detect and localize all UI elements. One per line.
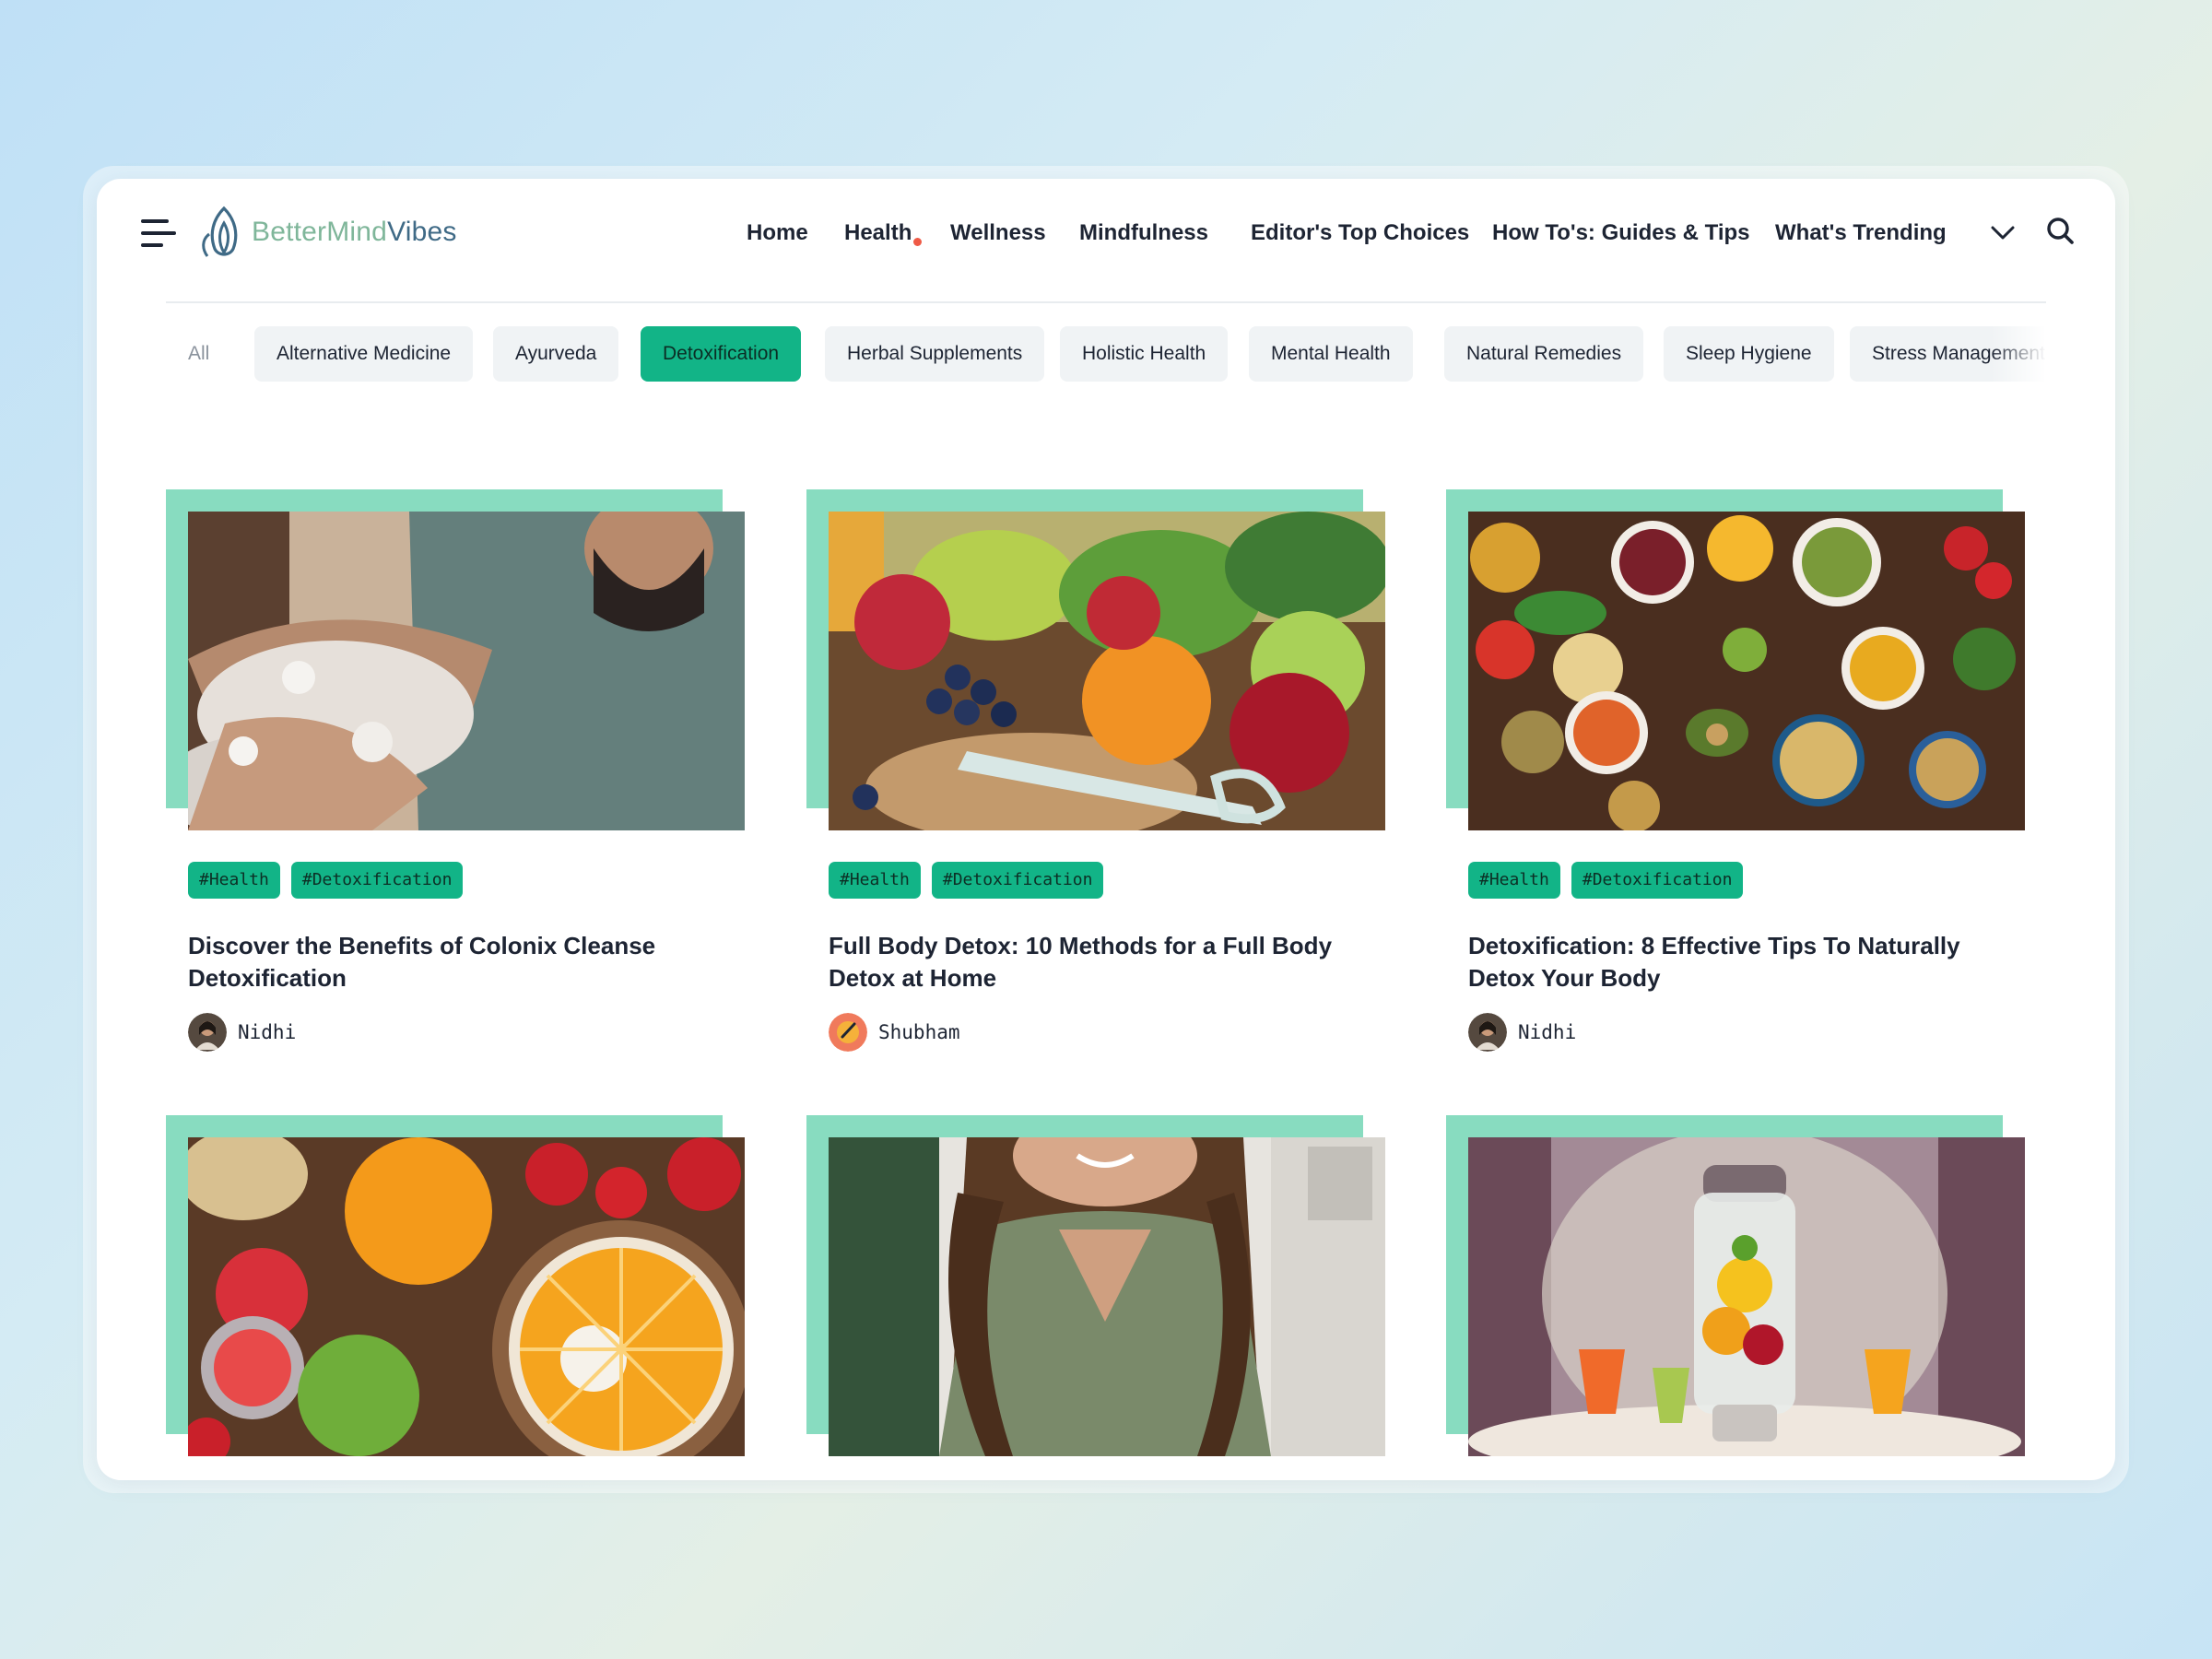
spice-bowls-image xyxy=(1468,512,2025,830)
article-title[interactable]: Detoxification: 8 Effective Tips To Natu… xyxy=(1468,930,1984,994)
article-title[interactable]: Discover the Benefits of Colonix Cleanse… xyxy=(188,930,704,994)
nav-item-wellness[interactable]: Wellness xyxy=(950,212,1046,254)
tag-health[interactable]: #Health xyxy=(188,862,280,899)
chip-ayurveda[interactable]: Ayurveda xyxy=(493,326,619,382)
avatar xyxy=(188,1013,227,1052)
chevron-down-icon[interactable] xyxy=(1988,218,2018,247)
article-card: #Health #Detoxification Full Body Detox:… xyxy=(806,489,1387,1079)
fruits-vegetables-image xyxy=(829,512,1385,830)
nav-item-editors-top-choices[interactable]: Editor's Top Choices xyxy=(1251,212,1469,254)
tag-list: #Health #Detoxification xyxy=(829,862,1104,899)
tag-health[interactable]: #Health xyxy=(829,862,921,899)
nav-item-home[interactable]: Home xyxy=(747,212,808,254)
article-card xyxy=(806,1115,1387,1480)
article-card: #Health #Detoxification Detoxification: … xyxy=(1446,489,2027,1079)
article-image[interactable] xyxy=(829,1137,1385,1456)
avatar xyxy=(829,1013,867,1052)
tag-detoxification[interactable]: #Detoxification xyxy=(931,862,1104,899)
author[interactable]: Shubham xyxy=(829,1013,960,1052)
header-divider xyxy=(166,301,2046,303)
tag-detoxification[interactable]: #Detoxification xyxy=(1571,862,1744,899)
article-image[interactable] xyxy=(188,1137,745,1456)
article-card xyxy=(1446,1115,2027,1480)
browser-page: BetterMindVibes Home Health Wellness Min… xyxy=(97,179,2115,1480)
tag-list: #Health #Detoxification xyxy=(1468,862,1744,899)
tag-list: #Health #Detoxification xyxy=(188,862,464,899)
author-name: Nidhi xyxy=(1518,1021,1577,1043)
author[interactable]: Nidhi xyxy=(1468,1013,1576,1052)
smiling-woman-image xyxy=(829,1137,1385,1456)
chip-sleep-hygiene[interactable]: Sleep Hygiene xyxy=(1664,326,1834,382)
chip-holistic-health[interactable]: Holistic Health xyxy=(1060,326,1229,382)
nav-item-mindfulness[interactable]: Mindfulness xyxy=(1079,212,1208,254)
author-name: Nidhi xyxy=(238,1021,297,1043)
man-washing-arm-image xyxy=(188,512,745,830)
nav-item-health[interactable]: Health xyxy=(844,212,912,254)
article-card xyxy=(166,1115,747,1480)
author-name: Shubham xyxy=(878,1021,960,1043)
chip-mental-health[interactable]: Mental Health xyxy=(1249,326,1413,382)
tag-detoxification[interactable]: #Detoxification xyxy=(290,862,464,899)
citrus-fruits-image xyxy=(188,1137,745,1456)
chip-natural-remedies[interactable]: Natural Remedies xyxy=(1444,326,1644,382)
article-image[interactable] xyxy=(1468,1137,2025,1456)
site-header: BetterMindVibes Home Health Wellness Min… xyxy=(97,179,2115,302)
article-card: #Health #Detoxification Discover the Ben… xyxy=(166,489,747,1079)
blender-juice-image xyxy=(1468,1137,2025,1456)
article-title[interactable]: Full Body Detox: 10 Methods for a Full B… xyxy=(829,930,1345,994)
main-nav: Home Health Wellness Mindfulness Editor'… xyxy=(97,212,2115,254)
article-image[interactable] xyxy=(188,512,745,830)
article-image[interactable] xyxy=(829,512,1385,830)
nav-item-how-tos[interactable]: How To's: Guides & Tips xyxy=(1492,212,1750,254)
notification-dot xyxy=(913,238,922,246)
nav-item-whats-trending[interactable]: What's Trending xyxy=(1775,212,1947,254)
category-filter-bar: All Alternative Medicine Ayurveda Detoxi… xyxy=(166,326,2046,383)
search-icon[interactable] xyxy=(2043,214,2078,249)
author[interactable]: Nidhi xyxy=(188,1013,296,1052)
chip-all[interactable]: All xyxy=(188,326,209,382)
chip-alternative-medicine[interactable]: Alternative Medicine xyxy=(254,326,474,382)
avatar xyxy=(1468,1013,1507,1052)
tag-health[interactable]: #Health xyxy=(1468,862,1560,899)
article-image[interactable] xyxy=(1468,512,2025,830)
chip-detoxification[interactable]: Detoxification xyxy=(641,326,802,382)
chip-herbal-supplements[interactable]: Herbal Supplements xyxy=(825,326,1045,382)
